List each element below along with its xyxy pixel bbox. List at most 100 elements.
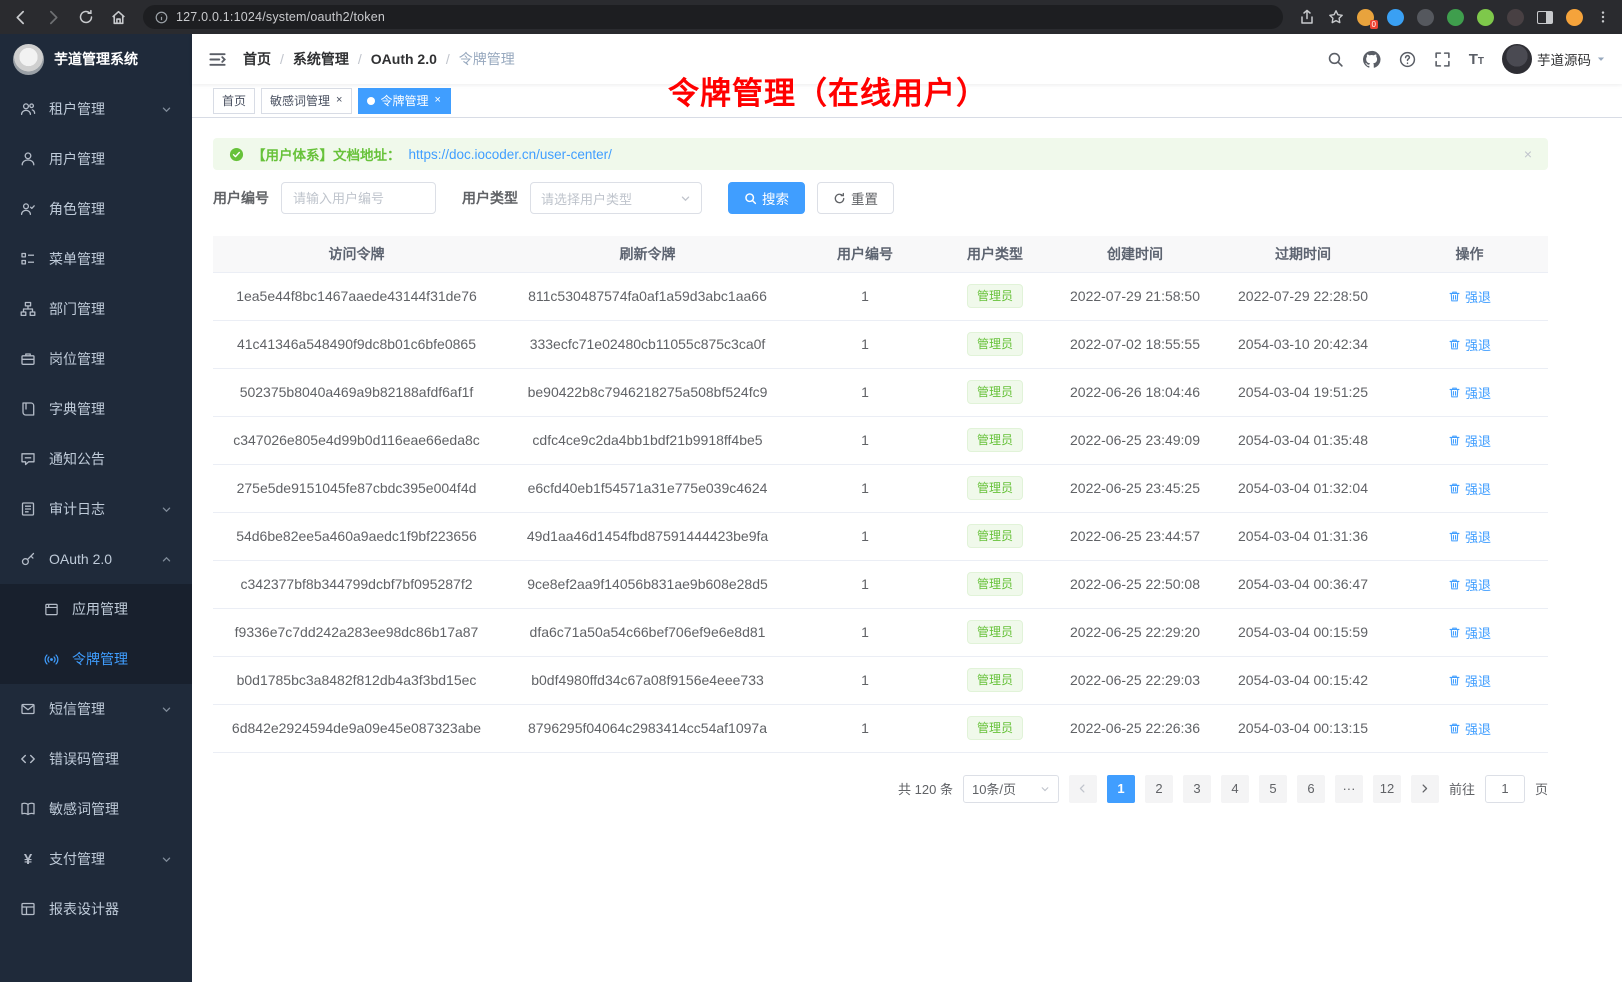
close-icon[interactable]: × — [335, 94, 343, 107]
sidebar-item-dept[interactable]: 部门管理 — [0, 284, 192, 334]
breadcrumb-oauth[interactable]: OAuth 2.0 — [371, 51, 437, 67]
alert-close-icon[interactable]: × — [1524, 146, 1532, 162]
page-button-3[interactable]: 3 — [1183, 775, 1211, 803]
sidebar-item-role[interactable]: 角色管理 — [0, 184, 192, 234]
close-icon[interactable]: × — [433, 94, 441, 107]
tenant-people-icon — [20, 101, 36, 117]
force-logout-button[interactable]: 强退 — [1448, 671, 1491, 690]
help-icon[interactable] — [1399, 51, 1416, 68]
page-size-select[interactable]: 10条/页 — [963, 775, 1059, 803]
bookmark-star-icon[interactable] — [1328, 9, 1344, 25]
reset-button[interactable]: 重置 — [817, 182, 894, 214]
chevron-down-icon — [1040, 784, 1050, 794]
force-logout-button[interactable]: 强退 — [1448, 335, 1491, 354]
extension-puzzle-icon[interactable] — [1477, 9, 1494, 26]
browser-menu-icon[interactable] — [1596, 10, 1610, 24]
force-logout-button[interactable]: 强退 — [1448, 287, 1491, 306]
page-button-1[interactable]: 1 — [1107, 775, 1135, 803]
user-type-badge: 管理员 — [967, 476, 1023, 500]
chevron-down-icon — [161, 854, 172, 865]
extension-green-icon[interactable] — [1447, 9, 1464, 26]
refresh-token-cell: 9ce8ef2aa9f14056b831ae9b608e28d5 — [500, 560, 795, 608]
app-logo[interactable]: 芋道管理系统 — [0, 34, 192, 84]
page-button-12[interactable]: 12 — [1373, 775, 1401, 803]
sidebar-item-tenant[interactable]: 租户管理 — [0, 84, 192, 134]
doc-link[interactable]: https://doc.iocoder.cn/user-center/ — [409, 147, 612, 162]
split-view-icon[interactable] — [1537, 11, 1553, 24]
next-page-button[interactable] — [1411, 775, 1439, 803]
sidebar-item-label: 应用管理 — [72, 599, 172, 619]
breadcrumb-system[interactable]: 系统管理 — [293, 49, 349, 69]
force-logout-button[interactable]: 强退 — [1448, 623, 1491, 642]
force-logout-button[interactable]: 强退 — [1448, 383, 1491, 402]
sidebar-item-post[interactable]: 岗位管理 — [0, 334, 192, 384]
breadcrumb-current: 令牌管理 — [459, 49, 515, 69]
page-button-5[interactable]: 5 — [1259, 775, 1287, 803]
search-icon[interactable] — [1327, 51, 1344, 68]
table-row: f9336e7c7dd242a283ee98dc86b17a87 dfa6c71… — [213, 608, 1548, 656]
tag-home[interactable]: 首页 — [213, 88, 255, 114]
force-logout-button[interactable]: 强退 — [1448, 719, 1491, 738]
chevron-down-icon — [680, 193, 691, 204]
share-icon[interactable] — [1299, 9, 1315, 25]
github-icon[interactable] — [1362, 50, 1381, 69]
user-id-cell: 1 — [795, 608, 935, 656]
sidebar-item-app-management[interactable]: 应用管理 — [0, 584, 192, 634]
page-button-4[interactable]: 4 — [1221, 775, 1249, 803]
user-id-input[interactable] — [281, 182, 436, 214]
tag-sensitive-word[interactable]: 敏感词管理 × — [261, 88, 352, 114]
breadcrumb-home[interactable]: 首页 — [243, 49, 271, 69]
chevron-down-icon — [161, 504, 172, 515]
sidebar-item-report-designer[interactable]: 报表设计器 — [0, 884, 192, 934]
page-button-6[interactable]: 6 — [1297, 775, 1325, 803]
extension-dark-icon[interactable] — [1417, 9, 1434, 26]
browser-refresh-icon[interactable] — [78, 9, 94, 25]
col-refresh-token: 刷新令牌 — [500, 236, 795, 272]
sidebar-item-token-management[interactable]: 令牌管理 — [0, 634, 192, 684]
browser-forward-icon[interactable] — [45, 9, 62, 26]
goto-page-input[interactable] — [1485, 775, 1525, 803]
site-info-icon[interactable] — [155, 11, 168, 24]
user-type-select[interactable]: 请选择用户类型 — [530, 182, 702, 214]
font-size-icon[interactable]: TT — [1469, 52, 1484, 67]
tag-token-management[interactable]: 令牌管理 × — [358, 88, 450, 114]
sidebar-item-label: 字典管理 — [49, 399, 172, 419]
browser-back-icon[interactable] — [12, 9, 29, 26]
extension-badge-icon[interactable]: 0 — [1357, 9, 1374, 26]
force-logout-button[interactable]: 强退 — [1448, 431, 1491, 450]
access-token-cell: 54d6be82ee5a460a9aedc1f9bf223656 — [213, 512, 500, 560]
sidebar-item-notice[interactable]: 通知公告 — [0, 434, 192, 484]
browser-home-icon[interactable] — [110, 9, 127, 26]
sidebar-item-sensitive-word[interactable]: 敏感词管理 — [0, 784, 192, 834]
user-dropdown[interactable]: 芋道源码 — [1502, 44, 1606, 74]
user-type-badge: 管理员 — [967, 620, 1023, 644]
sidebar-item-dict[interactable]: 字典管理 — [0, 384, 192, 434]
page-button-2[interactable]: 2 — [1145, 775, 1173, 803]
search-button[interactable]: 搜索 — [728, 182, 805, 214]
sidebar-item-audit-log[interactable]: 审计日志 — [0, 484, 192, 534]
chevron-up-icon — [161, 554, 172, 565]
fullscreen-icon[interactable] — [1434, 51, 1451, 68]
extension-gray-icon[interactable] — [1507, 9, 1524, 26]
breadcrumb: 首页 / 系统管理 / OAuth 2.0 / 令牌管理 — [243, 49, 515, 69]
profile-avatar-icon[interactable] — [1566, 9, 1583, 26]
sidebar-item-oauth[interactable]: OAuth 2.0 — [0, 534, 192, 584]
sidebar-item-error-code[interactable]: 错误码管理 — [0, 734, 192, 784]
address-bar[interactable]: 127.0.0.1:1024/system/oauth2/token — [143, 5, 1283, 29]
sidebar-item-menu[interactable]: 菜单管理 — [0, 234, 192, 284]
sidebar-item-sms[interactable]: 短信管理 — [0, 684, 192, 734]
trash-icon — [1448, 674, 1461, 687]
page-ellipsis-button[interactable]: ··· — [1335, 775, 1363, 803]
force-logout-button[interactable]: 强退 — [1448, 527, 1491, 546]
filter-form: 用户编号 用户类型 请选择用户类型 搜索 重置 — [213, 182, 1548, 214]
extension-blue-icon[interactable] — [1387, 9, 1404, 26]
sidebar-item-payment[interactable]: ¥ 支付管理 — [0, 834, 192, 884]
force-logout-button[interactable]: 强退 — [1448, 575, 1491, 594]
prev-page-button[interactable] — [1069, 775, 1097, 803]
expire-time-cell: 2054-03-04 19:51:25 — [1215, 368, 1391, 416]
sidebar-item-label: 通知公告 — [49, 449, 172, 469]
sidebar-item-user[interactable]: 用户管理 — [0, 134, 192, 184]
org-tree-icon — [20, 301, 36, 317]
hamburger-icon[interactable] — [208, 50, 227, 69]
force-logout-button[interactable]: 强退 — [1448, 479, 1491, 498]
